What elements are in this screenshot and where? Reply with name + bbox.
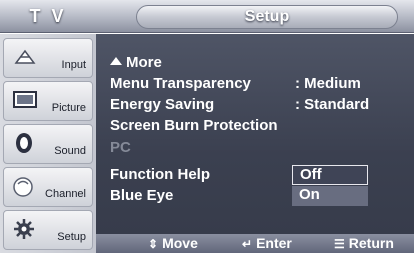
more-label: More <box>126 54 162 71</box>
enter-label: Enter <box>256 235 292 251</box>
return-label: Return <box>348 235 394 251</box>
menu-row-menu-transparency[interactable]: Menu Transparency : Medium <box>110 74 361 94</box>
sidebar-item-setup[interactable]: Setup <box>3 210 93 250</box>
row-label: Blue Eye <box>110 187 174 204</box>
row-label: Menu Transparency <box>110 75 251 92</box>
sidebar-item-label: Setup <box>57 231 86 243</box>
tv-osd-menu: T V Setup Input Picture Sound Channel Se… <box>0 0 414 253</box>
move-label: Move <box>162 235 198 251</box>
option-on[interactable]: On <box>292 186 368 206</box>
menu-panel: More Menu Transparency : Medium Energy S… <box>96 34 414 234</box>
row-label: Screen Burn Protection <box>110 117 278 134</box>
sidebar: Input Picture Sound Channel Setup <box>0 34 96 253</box>
row-label: Function Help <box>110 166 210 183</box>
footer-move: ⇕ Move <box>148 235 198 252</box>
footer-enter: ↵ Enter <box>242 235 292 252</box>
up-arrow-icon <box>110 57 122 65</box>
sidebar-item-channel[interactable]: Channel <box>3 167 93 207</box>
sidebar-item-label: Channel <box>45 188 86 200</box>
menu-row-screen-burn-protection[interactable]: Screen Burn Protection <box>110 116 278 136</box>
sidebar-item-label: Sound <box>54 145 86 157</box>
sidebar-item-label: Picture <box>51 102 86 114</box>
menu-row-pc: PC <box>110 138 131 158</box>
row-label: PC <box>110 139 131 156</box>
tv-title: T V <box>29 6 67 26</box>
menu-row-function-help[interactable]: Function Help : <box>110 165 300 185</box>
enter-icon: ↵ <box>242 237 253 251</box>
menu-row-energy-saving[interactable]: Energy Saving : Standard <box>110 95 369 115</box>
footer-return: ☰ Return <box>334 235 394 252</box>
more-item[interactable]: More <box>110 53 162 73</box>
menu-title: Setup <box>136 5 398 29</box>
input-icon <box>14 49 36 64</box>
up-down-arrows-icon: ⇕ <box>148 237 159 251</box>
header-bar: T V Setup <box>0 0 414 33</box>
sidebar-item-sound[interactable]: Sound <box>3 124 93 164</box>
row-value: : Medium <box>295 75 361 92</box>
option-off[interactable]: Off <box>292 165 368 185</box>
menu-return-icon: ☰ <box>334 237 345 251</box>
footer-bar: ⇕ Move ↵ Enter ☰ Return <box>96 234 414 253</box>
setup-icon <box>14 219 34 239</box>
sidebar-item-picture[interactable]: Picture <box>3 81 93 121</box>
picture-icon <box>13 91 37 108</box>
channel-icon <box>13 177 33 197</box>
sound-icon <box>16 133 32 153</box>
sidebar-item-label: Input <box>61 59 86 71</box>
menu-row-blue-eye[interactable]: Blue Eye : <box>110 186 300 206</box>
row-label: Energy Saving <box>110 96 215 113</box>
row-value: : Standard <box>295 96 370 113</box>
sidebar-item-input[interactable]: Input <box>3 38 93 78</box>
